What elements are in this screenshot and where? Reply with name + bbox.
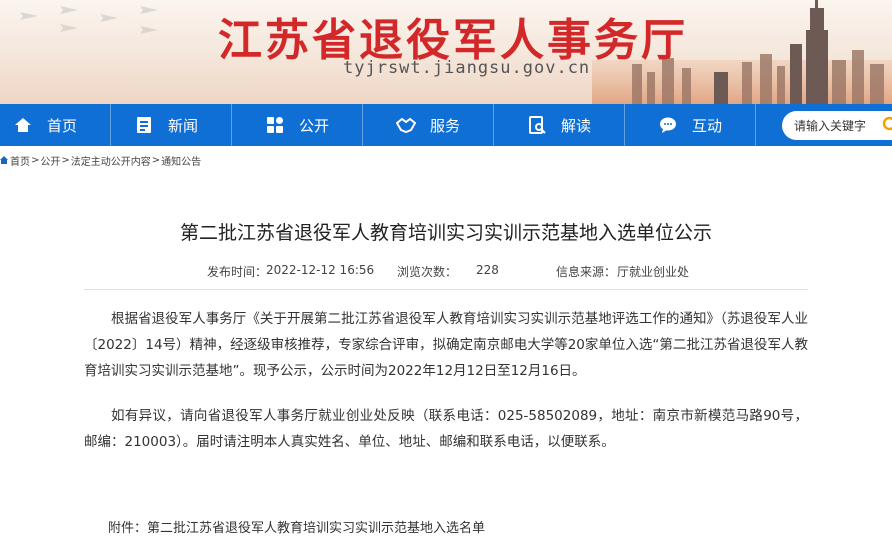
article-paragraph: 根据省退役军人事务厅《关于开展第二批江苏省退役军人教育培训实习实训示范基地评选工…: [84, 311, 808, 379]
site-url: tyjrswt.jiangsu.gov.cn: [343, 58, 591, 78]
interpretation-icon: [527, 115, 547, 135]
breadcrumb-separator: >: [151, 154, 161, 166]
nav-item-interaction[interactable]: 互动: [625, 104, 756, 146]
nav-label-interaction: 互动: [691, 116, 722, 135]
chat-icon: [658, 115, 678, 135]
source-label: 信息来源：: [556, 265, 617, 279]
nav-item-interpretation[interactable]: 解读: [494, 104, 625, 146]
publish-time-value: 2022-12-12 16:56: [266, 263, 375, 277]
nav-label-home: 首页: [46, 116, 77, 135]
view-count-label: 浏览次数：: [397, 265, 458, 279]
breadcrumb-statutory-content[interactable]: 法定主动公开内容: [71, 153, 151, 168]
breadcrumb-separator: >: [61, 154, 70, 166]
main-nav: 首页 新闻 公开 服务 解读 互动: [0, 104, 892, 146]
view-count-value: 228: [476, 263, 499, 277]
site-banner: 江苏省退役军人事务厅 tyjrswt.jiangsu.gov.cn: [0, 0, 892, 104]
nav-item-disclosure[interactable]: 公开: [232, 104, 363, 146]
attachment-link[interactable]: 附件：第二批江苏省退役军人教育培训实习实训示范基地入选名单: [108, 517, 485, 536]
nav-label-news: 新闻: [167, 116, 198, 135]
home-icon: [13, 115, 33, 135]
divider: [84, 289, 808, 290]
nav-label-disclosure: 公开: [298, 116, 329, 135]
search-input[interactable]: [794, 118, 874, 133]
nav-label-service: 服务: [429, 116, 460, 135]
jet-formation-graphic: [20, 6, 158, 34]
search-icon[interactable]: [882, 116, 892, 134]
nav-item-service[interactable]: 服务: [363, 104, 494, 146]
news-icon: [134, 115, 154, 135]
nav-item-home[interactable]: 首页: [0, 104, 111, 146]
article-paragraph: 如有异议，请向省退役军人事务厅就业创业处反映（联系电话：025-58502089…: [84, 408, 808, 450]
publish-time-label: 发布时间：: [207, 265, 268, 279]
breadcrumb-home[interactable]: 首页: [10, 153, 30, 168]
search-box: [782, 111, 892, 140]
source-value: 厅就业创业处: [617, 265, 690, 279]
nav-item-news[interactable]: 新闻: [101, 104, 232, 146]
nav-label-interpretation: 解读: [560, 116, 591, 135]
breadcrumb: 首页 > 公开 > 法定主动公开内容 > 通知公告: [0, 153, 201, 168]
breadcrumb-home-icon: [0, 156, 8, 164]
breadcrumb-disclosure[interactable]: 公开: [40, 153, 60, 168]
article-title: 第二批江苏省退役军人教育培训实习实训示范基地入选单位公示: [179, 222, 712, 244]
handshake-icon: [395, 115, 416, 135]
breadcrumb-notices[interactable]: 通知公告: [161, 153, 201, 168]
article-meta: 发布时间： 2022-12-12 16:56 浏览次数： 228 信息来源： 厅…: [0, 263, 892, 279]
breadcrumb-separator: >: [31, 154, 40, 166]
disclosure-icon: [265, 115, 285, 135]
